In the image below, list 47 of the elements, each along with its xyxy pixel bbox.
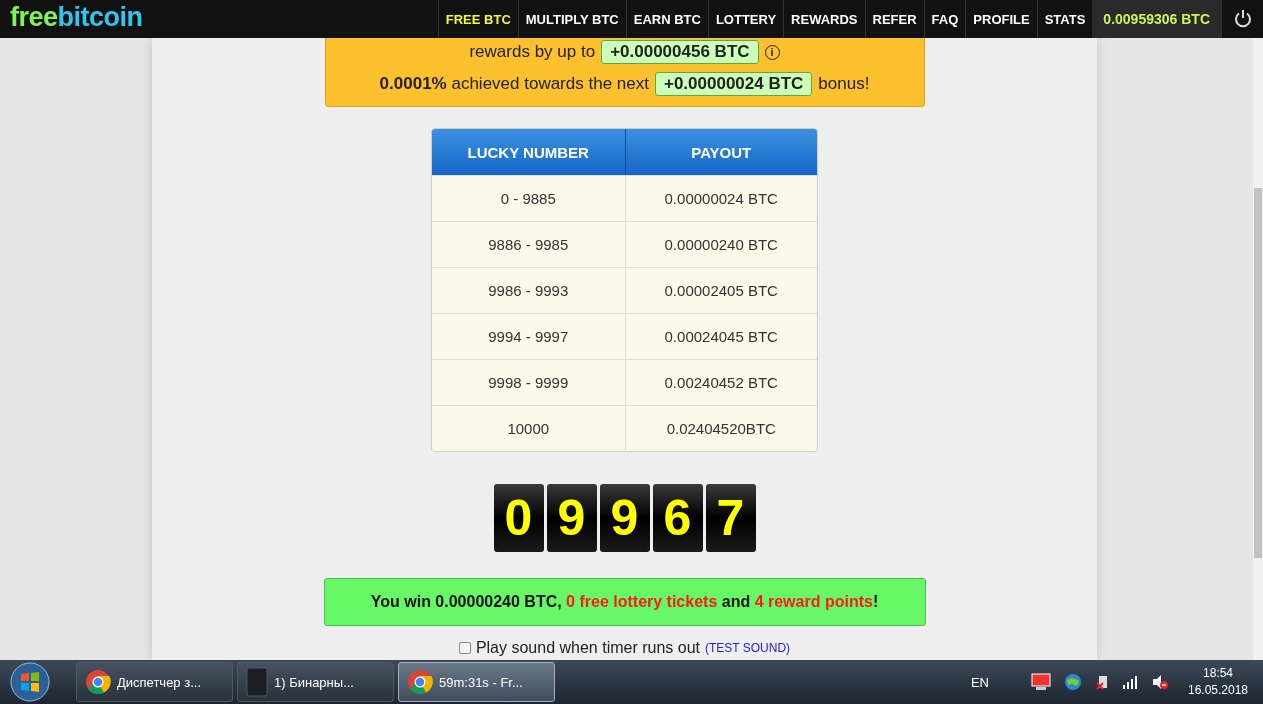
balance: 0.00959306 BTC [1092, 0, 1221, 38]
table-cell: 0 - 9885 [432, 175, 625, 221]
power-icon [1232, 9, 1253, 29]
table-cell: 9994 - 9997 [432, 313, 625, 359]
window-icon [246, 667, 268, 697]
mute-icon[interactable] [1151, 673, 1169, 691]
app-tray-icon[interactable] [1031, 673, 1051, 691]
logo[interactable]: freebitcoin [0, 0, 153, 38]
table-cell: 0.00000240 BTC [624, 221, 817, 267]
btc-badge: +0.00000456 BTC [601, 40, 759, 64]
table-cell: 9886 - 9985 [432, 221, 625, 267]
time: 18:54 [1203, 665, 1233, 682]
roll-digit: 6 [652, 484, 703, 552]
globe-icon[interactable] [1063, 673, 1083, 691]
chrome-icon [85, 669, 111, 695]
date: 16.05.2018 [1187, 682, 1249, 699]
test-sound-link[interactable]: (TEST SOUND) [705, 641, 791, 655]
language-indicator[interactable]: EN [970, 674, 989, 690]
roll-digit: 9 [599, 484, 650, 552]
table-cell: 9998 - 9999 [432, 359, 625, 405]
signal-icon[interactable] [1123, 675, 1139, 689]
banner-text: rewards by up to [469, 42, 596, 62]
column-header: LUCKY NUMBER [432, 129, 625, 175]
banner-text: bonus! [818, 74, 870, 94]
taskbar-button[interactable]: Диспетчер з... [76, 662, 233, 702]
win-message: You win 0.00000240 BTC, 0 free lottery tickets and 4 reward points! [323, 578, 926, 626]
checkbox-label: Play sound when timer runs out [475, 639, 700, 657]
roll-digit: 0 [493, 484, 544, 552]
btc-badge: +0.00000024 BTC [654, 72, 813, 96]
table-cell: 9986 - 9993 [432, 267, 625, 313]
table-cell: 0.00024045 BTC [624, 313, 817, 359]
table-cell: 0.00240452 BTC [624, 359, 817, 405]
taskbar-button[interactable]: 59m:31s - Fr... [398, 662, 555, 702]
checkbox[interactable] [458, 642, 471, 654]
table-cell: 10000 [432, 405, 625, 451]
roll-digit: 9 [546, 484, 597, 552]
banner-text: 0.0001% achieved towards the next [379, 74, 649, 94]
taskbar-button[interactable]: 1) Бинарны... [237, 662, 394, 702]
clock[interactable]: 18:54 16.05.2018 [1173, 665, 1263, 699]
scrollbar-thumb[interactable] [1254, 188, 1262, 558]
start-orb-icon [10, 662, 50, 702]
table-cell: 0.00000024 BTC [624, 175, 817, 221]
table-cell: 0.00002405 BTC [624, 267, 817, 313]
table-cell: 0.02404520BTC [624, 405, 817, 451]
roll-digit: 7 [705, 484, 756, 552]
column-header: PAYOUT [624, 129, 817, 175]
chrome-icon [407, 669, 433, 695]
